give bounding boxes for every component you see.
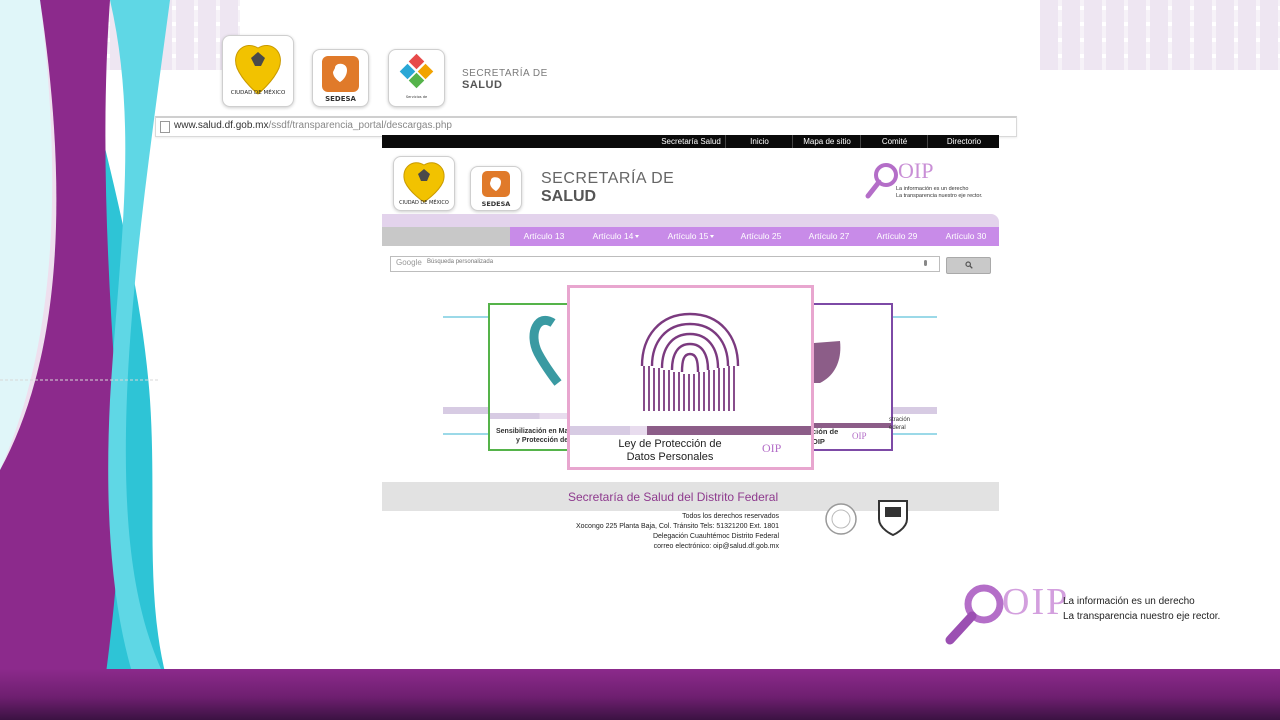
header-title: SECRETARÍA DE SALUD xyxy=(462,68,548,91)
nav-directorio[interactable]: Directorio xyxy=(927,135,1000,148)
carousel-far-right-label: stración ederal xyxy=(889,417,911,431)
search-button[interactable] xyxy=(946,257,991,274)
svg-text:CIUDAD DE MÉXICO: CIUDAD DE MÉXICO xyxy=(399,198,449,206)
oip-logo-text: OIP xyxy=(1002,581,1070,623)
svg-text:Servicios de: Servicios de xyxy=(406,95,427,99)
site-sedesa-logo: SEDESA xyxy=(470,166,522,211)
site-oip-text: OIP xyxy=(898,158,934,183)
nav-mapa-de-sitio[interactable]: Mapa de sitio xyxy=(792,135,861,148)
decorative-grid-right xyxy=(1040,0,1280,70)
nav-inicio[interactable]: Inicio xyxy=(725,135,793,148)
site-oip-tagline: La información es un derecho La transpar… xyxy=(896,186,983,199)
sspdf-logo: Servicios de xyxy=(388,49,445,107)
oip-mini-icon: OIP xyxy=(852,431,867,441)
center-card-title: Ley de Protección de Datos Personales xyxy=(618,438,722,463)
search-input[interactable]: Google Búsqueda personalizada xyxy=(390,256,940,272)
url-text: www.salud.df.gob.mx/ssdf/transparencia_p… xyxy=(174,120,452,131)
page-icon xyxy=(160,121,170,133)
sedesa-logo: SEDESA xyxy=(312,49,369,107)
carousel-card-center[interactable]: Ley de Protección de Datos Personales OI… xyxy=(567,285,814,470)
nav-secretaria-salud[interactable]: Secretaría Salud xyxy=(657,135,725,148)
search-icon xyxy=(965,261,973,269)
carousel-right-label: ción de OIP xyxy=(812,427,839,446)
carousel-left-label: Sensibilización en Ma y Protección de xyxy=(496,428,569,444)
chevron-down-icon xyxy=(710,235,714,238)
tab-articulo-29[interactable]: Artículo 29 xyxy=(868,227,926,246)
cdmx-logo: CIUDAD DE MÉXICO xyxy=(222,35,294,107)
address-bar[interactable]: www.salud.df.gob.mx/ssdf/transparencia_p… xyxy=(155,116,1017,137)
cdmx-logo-text: CIUDAD DE MÉXICO xyxy=(231,88,286,96)
site-top-nav: Secretaría Salud Inicio Mapa de sitio Co… xyxy=(382,135,999,148)
fingerprint-icon xyxy=(640,312,740,411)
decorative-swoosh xyxy=(0,0,190,720)
seal-icon xyxy=(825,503,857,535)
bottom-decorative-bar xyxy=(0,669,1280,720)
chevron-down-icon xyxy=(635,235,639,238)
svg-text:SEDESA: SEDESA xyxy=(482,200,511,208)
tab-articulo-30[interactable]: Artículo 30 xyxy=(937,227,995,246)
tab-articulo-13[interactable]: Artículo 13 xyxy=(514,227,574,246)
site-title: SECRETARÍA DE SALUD xyxy=(541,170,675,205)
coat-of-arms-icon xyxy=(878,500,908,537)
tab-articulo-25[interactable]: Artículo 25 xyxy=(732,227,790,246)
oip-mini-icon: OIP xyxy=(762,441,782,455)
tab-articulo-27[interactable]: Artículo 27 xyxy=(800,227,858,246)
slide-tagline: La información es un derecho La transpar… xyxy=(1063,596,1221,622)
svg-text:SEDESA: SEDESA xyxy=(325,95,356,103)
carousel-card-right[interactable]: ción de OIP OIP xyxy=(806,303,893,451)
shield-icon xyxy=(814,341,841,383)
site-header-band xyxy=(382,214,999,227)
footer-title: Secretaría de Salud del Distrito Federal xyxy=(568,490,779,504)
microphone-icon[interactable] xyxy=(924,260,927,266)
article-tabs: Artículo 13 Artículo 14 Artículo 15 Artí… xyxy=(382,227,999,246)
search-placeholder: Búsqueda personalizada xyxy=(427,259,494,265)
footer-info: Todos los derechos reservados Xocongo 22… xyxy=(575,513,779,550)
search-brand: Google xyxy=(396,258,422,267)
nav-comite[interactable]: Comité xyxy=(860,135,928,148)
site-cdmx-logo: CIUDAD DE MÉXICO xyxy=(393,156,455,211)
